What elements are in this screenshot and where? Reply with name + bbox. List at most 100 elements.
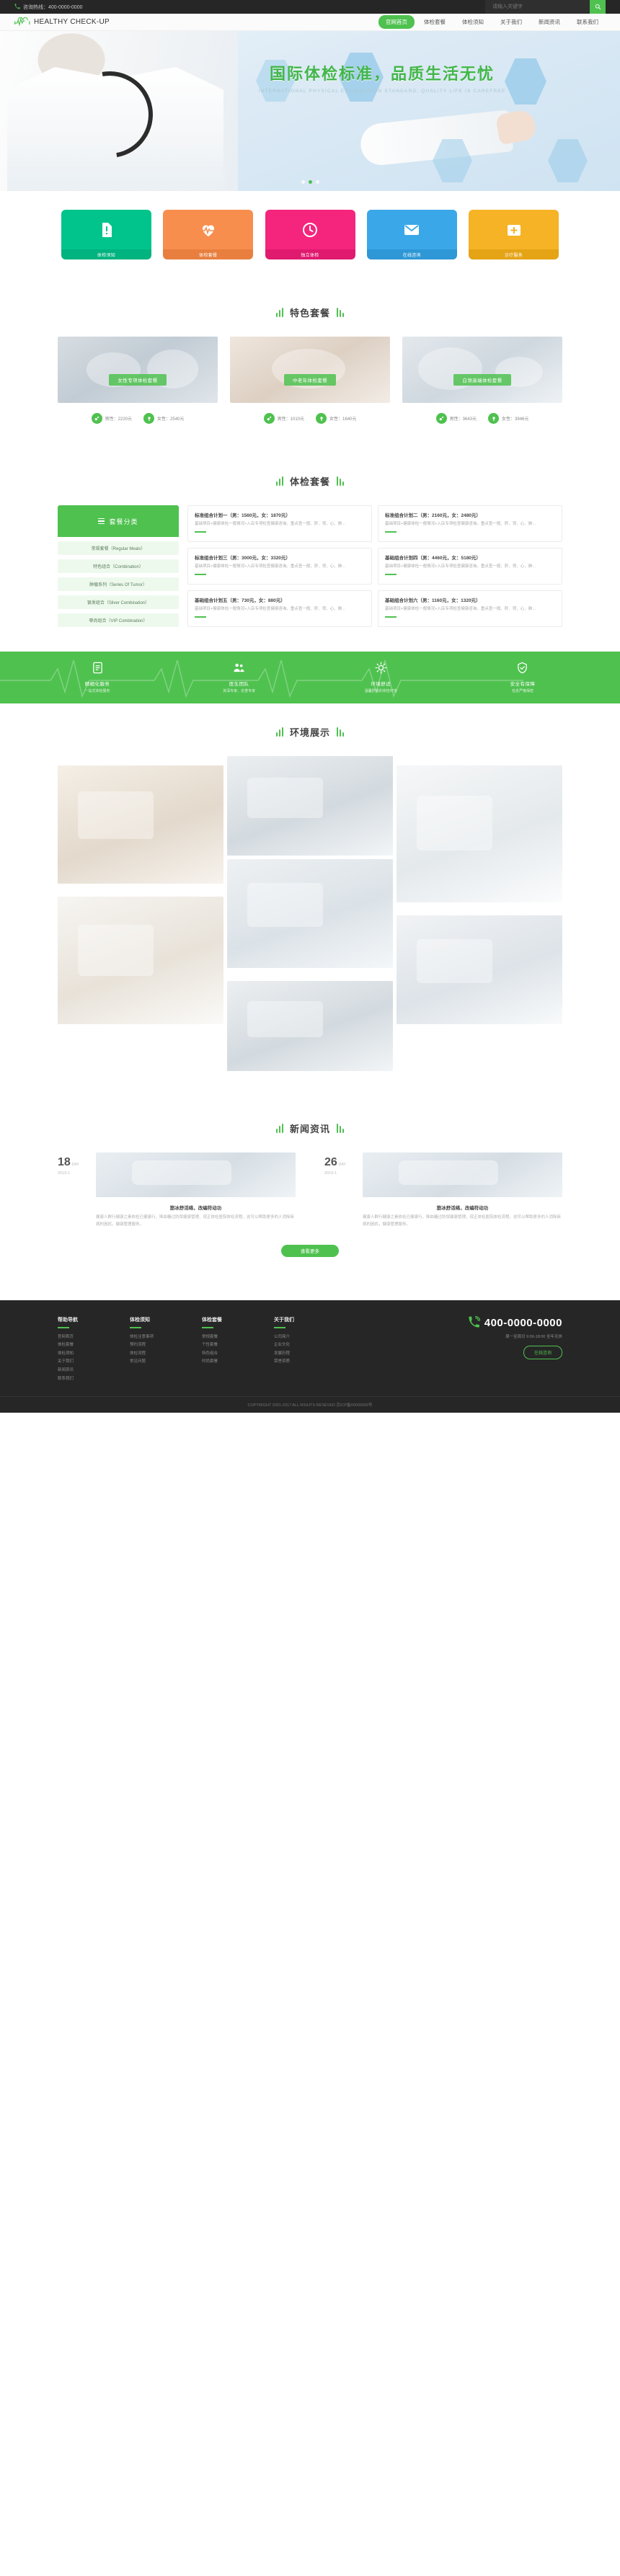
quick-card-independent[interactable]: 独立体检	[265, 210, 355, 259]
feature-card[interactable]: 中老年体检套餐 男性：1010元 女性：1640元	[230, 337, 390, 424]
advantage-title: 环境舒适	[371, 682, 391, 687]
feature-packages-section: 女性专项体检套餐 男性：2220元 女性：2540元 中老年体检套餐 男性：10…	[58, 337, 562, 453]
footer-link[interactable]: 体检套餐	[58, 1341, 130, 1350]
feature-card-image: 女性专项体检套餐	[58, 337, 218, 403]
footer-column-title: 体检套餐	[202, 1317, 222, 1323]
site-logo[interactable]: HEALTHY CHECK-UP	[14, 17, 110, 28]
package-item[interactable]: 标准组合计划一（男：1560元，女：1870元） 基础项目+健康体检一般情况+入…	[187, 505, 372, 542]
package-item[interactable]: 标准组合计划三（男：3000元，女：3320元） 基础项目+健康体检一般情况+入…	[187, 548, 372, 585]
menu-icon	[98, 518, 105, 525]
footer-column-title: 帮助导航	[58, 1317, 78, 1323]
search-input[interactable]	[485, 0, 590, 14]
package-category-item-tumor[interactable]: 肿瘤系列（Series Of Tumor）	[58, 577, 179, 591]
footer-link[interactable]: 特色组合	[202, 1350, 274, 1359]
footer-link[interactable]: 常见问题	[130, 1358, 202, 1367]
feature-price-male: 男性：2220元	[91, 413, 132, 424]
gallery-image[interactable]	[227, 859, 393, 968]
gallery-image[interactable]	[58, 897, 223, 1024]
gallery-image[interactable]	[227, 981, 393, 1071]
footer-link[interactable]: 时尚套餐	[202, 1358, 274, 1367]
quick-card-label: 诊疗服务	[469, 249, 559, 259]
package-grid: 标准组合计划一（男：1560元，女：1870元） 基础项目+健康体检一般情况+入…	[187, 505, 562, 627]
male-price: 2220元	[118, 417, 132, 422]
package-category-item-combination[interactable]: 特色组合（Combination）	[58, 559, 179, 573]
female-price: 2540元	[170, 417, 185, 422]
nav-item-about[interactable]: 关于我们	[493, 15, 529, 29]
hero-title-block: 国际体检标准，品质生活无忧 INTERNATIONAL PHYSICAL EXA…	[209, 64, 555, 94]
document-alert-icon	[61, 210, 151, 249]
package-item[interactable]: 基础组合计划五（男：730元，女：880元） 基础项目+健康体检一般情况+入店专…	[187, 590, 372, 627]
quick-card-packages[interactable]: 体检套餐	[163, 210, 254, 259]
feature-card[interactable]: 白领高端体检套餐 男性：3643元 女性：3946元	[402, 337, 562, 424]
package-category-item-vip[interactable]: 尊尚组合（VIP Combination）	[58, 613, 179, 627]
quick-card-notice[interactable]: 体检须知	[61, 210, 151, 259]
news-card[interactable]: 26 DAY 2019-1 筋冰舒活络，改编符动功 健康人群行健康之素依检已健康行…	[324, 1152, 562, 1229]
package-item-accent	[385, 574, 397, 576]
package-category-item-silver[interactable]: 银发组合（Silver Combination）	[58, 595, 179, 609]
site-logo-text: HEALTHY CHECK-UP	[34, 18, 110, 26]
footer-link[interactable]: 预约流程	[130, 1341, 202, 1350]
package-item-desc: 基础项目+健康体检一般情况+入店专项检查健康咨询。重点查一般、肝、肾、心、肺..…	[385, 607, 536, 611]
gallery-image[interactable]	[397, 915, 562, 1024]
footer-link[interactable]: 官网首页	[58, 1333, 130, 1342]
mail-icon	[366, 210, 457, 249]
package-section: 套餐分类 常规套餐（Regular Meals） 特色组合（Combinatio…	[58, 505, 562, 652]
news-card[interactable]: 18 DAY 2019-1 筋冰舒活络，改编符动功 健康人群行健康之素依检已健康行…	[58, 1152, 296, 1229]
male-label: 男性：	[277, 417, 291, 422]
footer-link[interactable]: 个性套餐	[202, 1341, 274, 1350]
feature-price-female: 女性：1640元	[316, 413, 356, 424]
female-icon	[143, 413, 154, 424]
news-title: 筋冰舒活络，改编符动功	[169, 1206, 222, 1211]
news-section: 18 DAY 2019-1 筋冰舒活络，改编符动功 健康人群行健康之素依检已健康行…	[58, 1152, 562, 1300]
search-icon	[595, 1, 601, 12]
search-button[interactable]	[590, 0, 606, 14]
package-item[interactable]: 基础组合计划六（男：1160元，女：1320元） 基础项目+健康体检一般情况+入…	[378, 590, 562, 627]
news-thumbnail	[96, 1152, 296, 1197]
gallery-image[interactable]	[227, 756, 393, 856]
nav-item-notice[interactable]: 体检须知	[455, 15, 491, 29]
feature-card[interactable]: 女性专项体检套餐 男性：2220元 女性：2540元	[58, 337, 218, 424]
footer-link[interactable]: 体检须知	[58, 1350, 130, 1359]
gallery-image[interactable]	[397, 765, 562, 902]
package-item-accent	[195, 574, 206, 576]
feature-card-image: 中老年体检套餐	[230, 337, 390, 403]
quick-card-label: 在线咨询	[366, 249, 457, 259]
title-bars-right-icon	[337, 308, 344, 317]
quick-card-treatment[interactable]: 诊疗服务	[469, 210, 559, 259]
package-item[interactable]: 标准组合计划二（男：2160元，女：2480元） 基础项目+健康体检一般情况+入…	[378, 505, 562, 542]
footer-link[interactable]: 荣誉资质	[274, 1358, 346, 1367]
footer-link[interactable]: 公司简介	[274, 1333, 346, 1342]
view-more-button[interactable]: 查看更多	[281, 1244, 339, 1257]
footer-column-title: 关于我们	[274, 1317, 294, 1323]
advantage-sub: 温馨舒适的体检环境	[364, 689, 397, 693]
footer-link[interactable]: 联系我们	[58, 1375, 130, 1384]
hero-slider-dots[interactable]	[0, 180, 620, 184]
footer-link[interactable]: 发展历程	[274, 1350, 346, 1359]
footer-link[interactable]: 关于我们	[58, 1358, 130, 1367]
package-item[interactable]: 基础组合计划四（男：4460元，女：5180元） 基础项目+健康体检一般情况+入…	[378, 548, 562, 585]
nav-item-home[interactable]: 官网首页	[378, 15, 415, 29]
footer-link[interactable]: 体检注意事项	[130, 1333, 202, 1342]
online-consult-button[interactable]: 在线咨询	[523, 1345, 562, 1359]
footer-link[interactable]: 常规套餐	[202, 1333, 274, 1342]
quick-card-consult[interactable]: 在线咨询	[366, 210, 457, 259]
footer-link[interactable]: 企业文化	[274, 1341, 346, 1350]
quick-entry-section: 体检须知 体检套餐 独立体检 在线咨询 诊疗服务	[0, 191, 620, 284]
hero-dot-1[interactable]	[301, 180, 305, 184]
title-bars-left-icon	[275, 1124, 283, 1133]
hero-dot-3[interactable]	[315, 180, 319, 184]
nav-item-contact[interactable]: 联系我们	[570, 15, 606, 29]
site-header: HEALTHY CHECK-UP 官网首页 体检套餐 体检须知 关于我们 新闻资…	[0, 14, 620, 31]
gallery-image[interactable]	[58, 765, 223, 884]
package-category-item-regular[interactable]: 常规套餐（Regular Meals）	[58, 541, 179, 555]
footer-link[interactable]: 新闻资讯	[58, 1367, 130, 1375]
quick-card-label: 独立体检	[265, 249, 355, 259]
feature-card-image: 白领高端体检套餐	[402, 337, 562, 403]
feature-price-male: 男性：3643元	[435, 413, 477, 424]
nav-item-news[interactable]: 新闻资讯	[531, 15, 567, 29]
female-label: 女性：	[157, 417, 171, 422]
nav-item-packages[interactable]: 体检套餐	[417, 15, 453, 29]
female-label: 女性：	[502, 417, 515, 422]
footer-link[interactable]: 体检流程	[130, 1350, 202, 1359]
hero-dot-2[interactable]	[308, 180, 312, 184]
